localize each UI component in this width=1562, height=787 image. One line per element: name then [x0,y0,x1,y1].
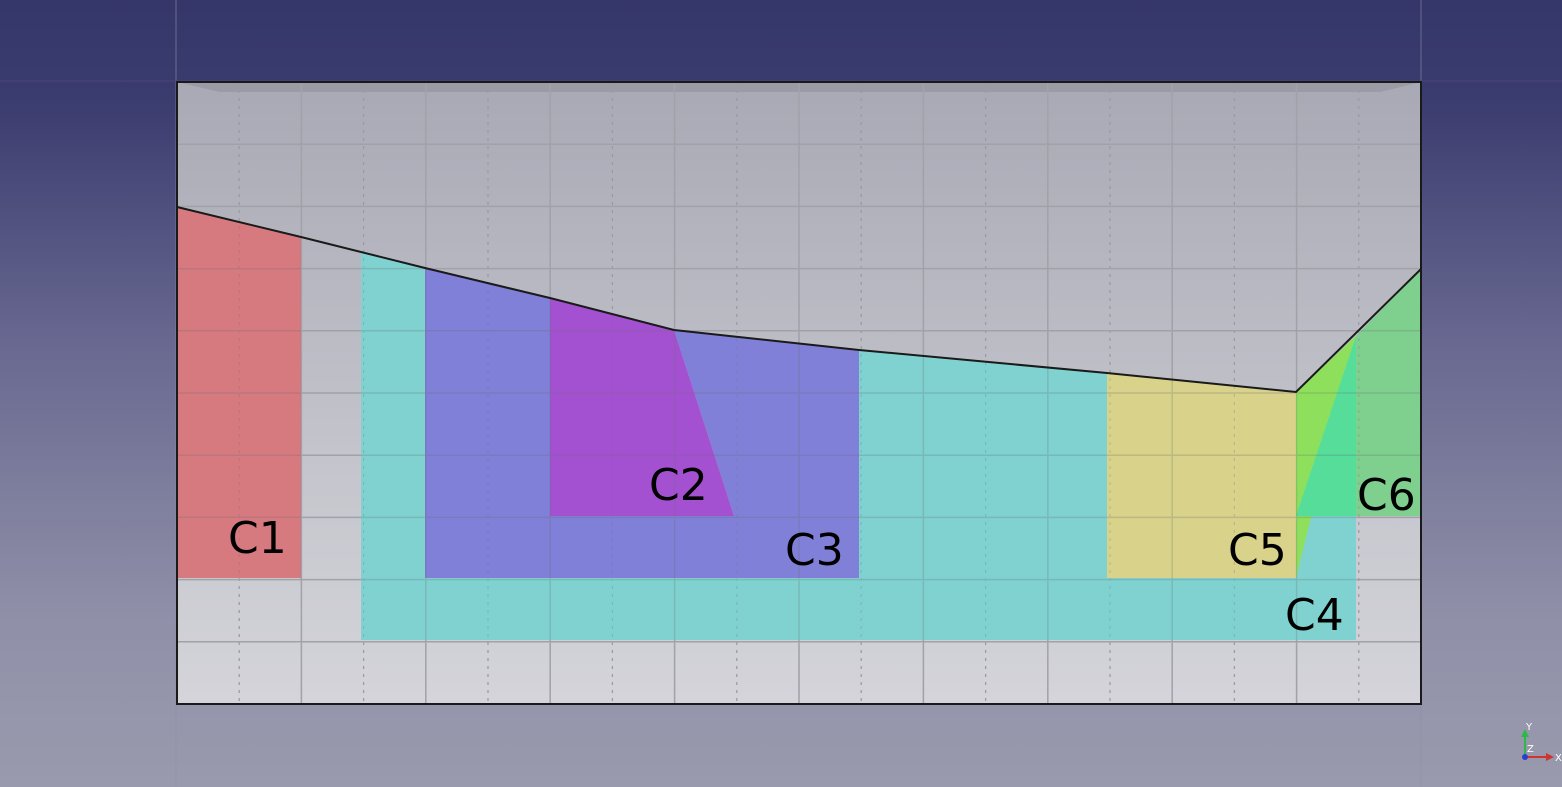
label-c5: C5 [1228,525,1287,576]
axis-y-label: Y [1525,722,1533,733]
axis-x-arrow-icon [1546,753,1554,761]
axis-indicator[interactable]: Y X Z [1521,722,1562,764]
axis-z-label: Z [1527,744,1534,755]
label-c3: C3 [785,525,844,576]
label-c4: C4 [1285,590,1344,641]
label-c1: C1 [228,513,287,564]
axis-x-label: X [1555,753,1562,764]
label-c6: C6 [1357,470,1416,521]
3d-viewport[interactable]: C1 C2 C3 C4 C5 C6 Y X Z [0,0,1562,787]
label-c2: C2 [649,460,708,511]
